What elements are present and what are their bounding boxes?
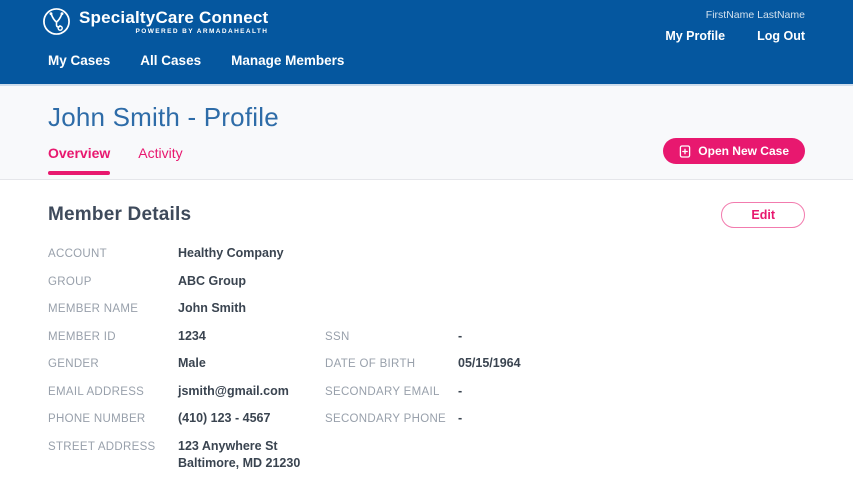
field-value: John Smith [178, 300, 325, 317]
field-label [325, 300, 458, 301]
edit-button[interactable]: Edit [721, 202, 805, 228]
field-value: (410) 123 - 4567 [178, 410, 325, 427]
field-row-street-address: STREET ADDRESS 123 Anywhere St Baltimore… [48, 438, 805, 472]
member-details-heading: Member Details [48, 204, 191, 226]
open-new-case-label: Open New Case [698, 144, 789, 158]
nav-item-all-cases[interactable]: All Cases [140, 53, 201, 68]
brand-logo[interactable]: SpecialtyCare Connect POWERED BY ARMADAH… [42, 7, 268, 36]
field-value: - [458, 410, 805, 427]
document-plus-icon [679, 145, 691, 158]
field-label: SECONDARY PHONE [325, 410, 458, 427]
field-label: DATE OF BIRTH [325, 355, 458, 372]
field-value: 05/15/1964 [458, 355, 805, 372]
field-row-email: EMAIL ADDRESS jsmith@gmail.com SECONDARY… [48, 383, 805, 411]
field-label: GROUP [48, 273, 178, 290]
nav-item-my-cases[interactable]: My Cases [48, 53, 110, 68]
tab-overview[interactable]: Overview [48, 145, 110, 175]
tab-activity-label: Activity [138, 145, 182, 161]
field-label: STREET ADDRESS [48, 438, 178, 455]
log-out-link[interactable]: Log Out [757, 29, 805, 43]
field-row-account: ACCOUNT Healthy Company [48, 245, 805, 273]
field-label: GENDER [48, 355, 178, 372]
field-row-gender-dob: GENDER Male DATE OF BIRTH 05/15/1964 [48, 355, 805, 383]
field-value: jsmith@gmail.com [178, 383, 325, 400]
field-label: MEMBER ID [48, 328, 178, 345]
field-label: ACCOUNT [48, 245, 178, 262]
main-nav: My Cases All Cases Manage Members [0, 47, 853, 68]
nav-item-manage-members[interactable]: Manage Members [231, 53, 344, 68]
field-label [325, 245, 458, 246]
field-label [325, 438, 458, 439]
field-value: Male [178, 355, 325, 372]
field-value: ABC Group [178, 273, 325, 290]
field-label: SECONDARY EMAIL [325, 383, 458, 400]
field-label: SSN [325, 328, 458, 345]
tab-activity[interactable]: Activity [138, 145, 182, 175]
member-fields: ACCOUNT Healthy Company GROUP ABC Group … [48, 245, 805, 472]
field-row-member-id-ssn: MEMBER ID 1234 SSN - [48, 328, 805, 356]
app-header: SpecialtyCare Connect POWERED BY ARMADAH… [0, 0, 853, 84]
field-value: - [458, 383, 805, 400]
member-details-section: Member Details Edit ACCOUNT Healthy Comp… [0, 180, 853, 472]
field-label: EMAIL ADDRESS [48, 383, 178, 400]
my-profile-link[interactable]: My Profile [665, 29, 725, 43]
field-label: PHONE NUMBER [48, 410, 178, 427]
user-name: FirstName LastName [665, 9, 805, 21]
field-label: MEMBER NAME [48, 300, 178, 317]
field-row-member-name: MEMBER NAME John Smith [48, 300, 805, 328]
field-label [325, 273, 458, 274]
field-value: Healthy Company [178, 245, 325, 262]
user-block: FirstName LastName My Profile Log Out [665, 7, 805, 43]
brand-name: SpecialtyCare Connect [79, 8, 268, 27]
profile-hero: John Smith - Profile Overview Activity O… [0, 84, 853, 180]
stethoscope-circle-icon [42, 7, 71, 36]
field-row-group: GROUP ABC Group [48, 273, 805, 301]
tab-overview-label: Overview [48, 145, 110, 161]
open-new-case-button[interactable]: Open New Case [663, 138, 805, 164]
field-row-phone: PHONE NUMBER (410) 123 - 4567 SECONDARY … [48, 410, 805, 438]
field-value: - [458, 328, 805, 345]
field-value: 1234 [178, 328, 325, 345]
brand-tagline: POWERED BY ARMADAHEALTH [136, 28, 269, 35]
active-tab-underline [48, 171, 110, 175]
field-value: 123 Anywhere St Baltimore, MD 21230 [178, 438, 325, 472]
page-title: John Smith - Profile [48, 102, 805, 132]
